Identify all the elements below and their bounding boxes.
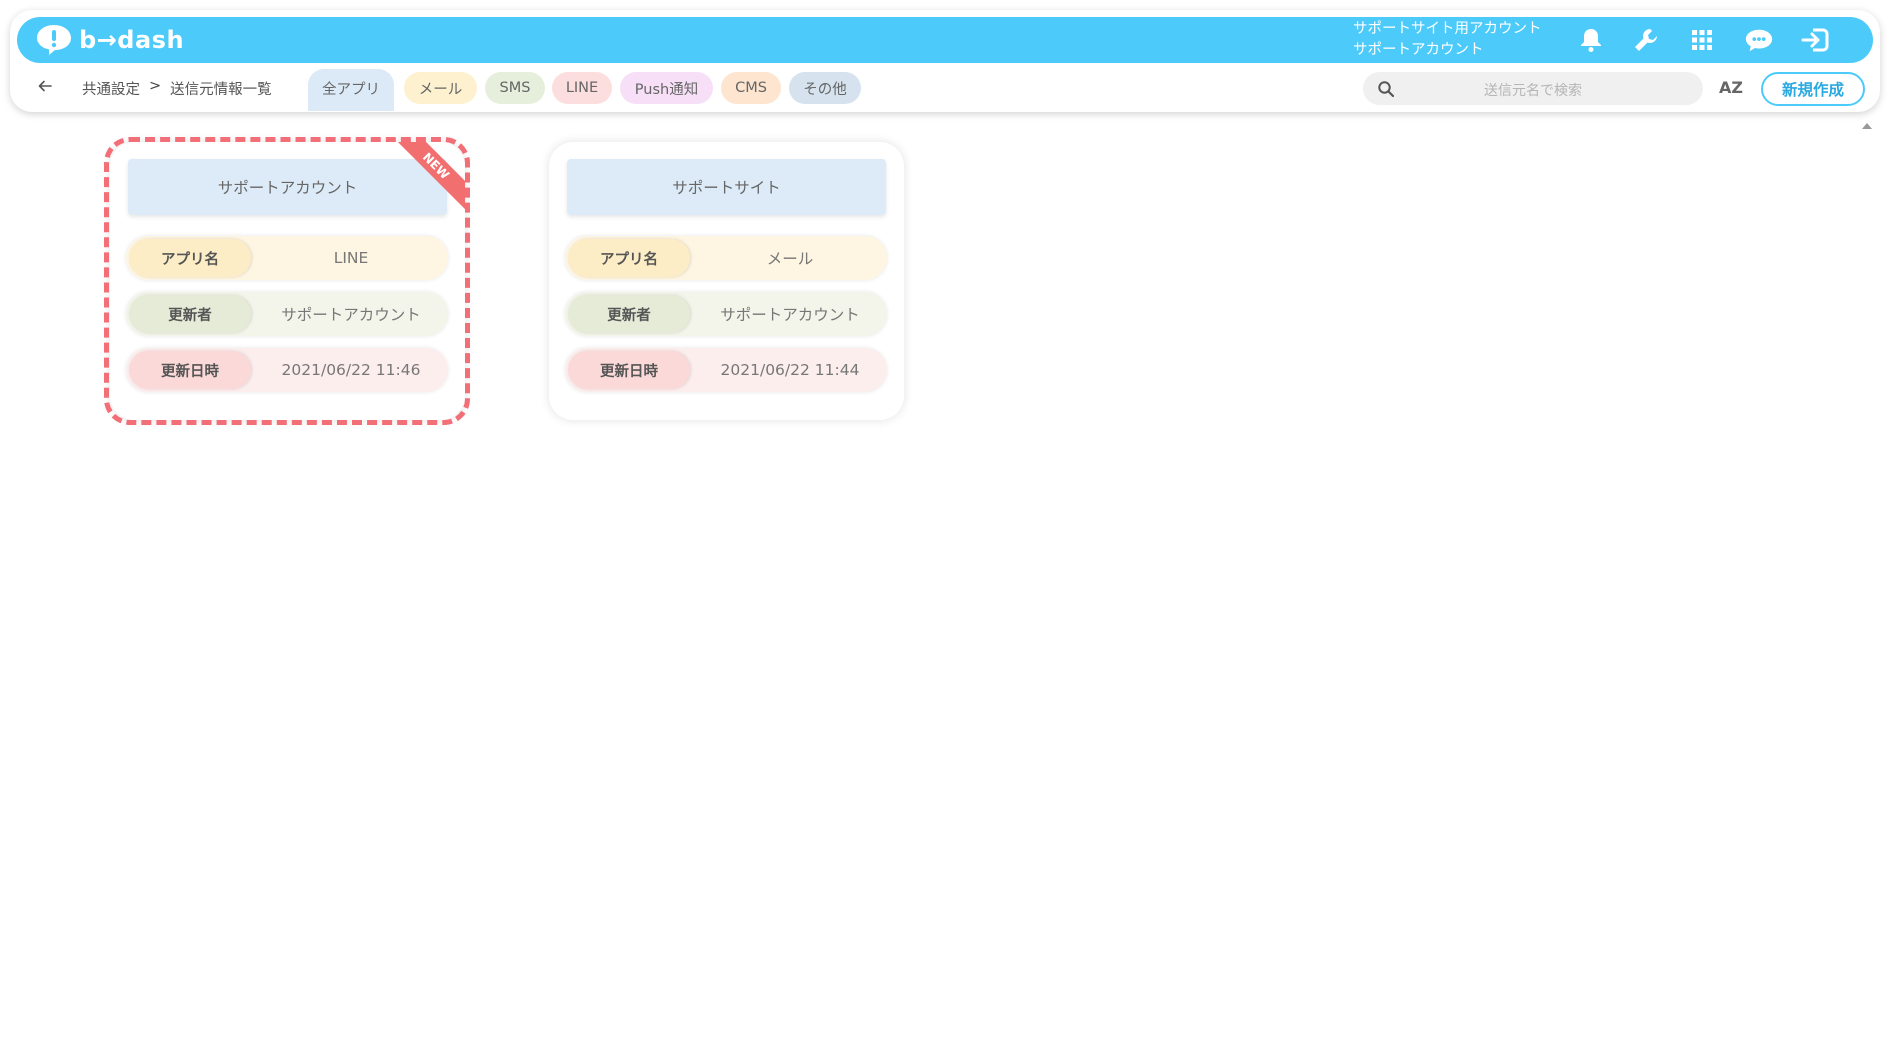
card-row-updater: 更新者 サポートアカウント — [565, 292, 887, 336]
filter-chip-other[interactable]: その他 — [789, 72, 861, 104]
card-row-value: サポートアカウント — [720, 306, 860, 324]
card-row-label: アプリ名 — [129, 239, 251, 277]
filter-chip-mail[interactable]: メール — [404, 72, 477, 104]
breadcrumb-item-common-settings[interactable]: 共通設定 — [82, 78, 140, 99]
sender-card[interactable]: サポートサイト アプリ名 メール 更新者 サポートアカウント 更新日時 2021… — [549, 142, 904, 420]
logout-icon[interactable] — [1801, 25, 1831, 55]
logo-text: b→dash — [79, 26, 185, 54]
card-row-value: 2021/06/22 11:44 — [720, 361, 860, 379]
card-row-app: アプリ名 LINE — [126, 236, 448, 280]
new-badge: NEW — [395, 142, 465, 212]
scroll-up-icon[interactable] — [1861, 116, 1873, 129]
card-row-value: 2021/06/22 11:46 — [281, 361, 421, 379]
search-input[interactable]: 送信元名で検索 — [1363, 72, 1703, 105]
new-badge-label: NEW — [395, 142, 465, 212]
card-row-updated-at: 更新日時 2021/06/22 11:46 — [126, 348, 448, 392]
filter-chip-cms[interactable]: CMS — [721, 72, 781, 104]
user-info[interactable]: サポートサイト用アカウント サポートアカウント — [1353, 19, 1542, 61]
filter-chip-push[interactable]: Push通知 — [620, 72, 713, 104]
sort-az-button[interactable]: AZ — [1719, 78, 1743, 97]
user-name-line: サポートアカウント — [1353, 42, 1484, 58]
filter-chip-all-apps[interactable]: 全アプリ — [311, 72, 391, 104]
breadcrumb-separator: > — [149, 78, 162, 94]
sender-card[interactable]: サポートアカウント NEW アプリ名 LINE 更新者 サポートアカウント 更新… — [110, 142, 465, 420]
card-row-label: 更新者 — [568, 295, 690, 333]
card-row-label: 更新日時 — [568, 351, 690, 389]
top-bar: b→dash サポートサイト用アカウント サポートアカウント — [17, 17, 1873, 63]
support-chat-icon[interactable] — [1744, 25, 1774, 55]
logo[interactable]: b→dash — [35, 23, 184, 57]
search-placeholder: 送信元名で検索 — [1484, 83, 1582, 99]
card-row-app: アプリ名 メール — [565, 236, 887, 280]
filter-chip-line[interactable]: LINE — [552, 72, 612, 104]
card-row-value: メール — [766, 250, 814, 268]
create-new-button[interactable]: 新規作成 — [1761, 72, 1865, 106]
card-row-label: アプリ名 — [568, 239, 690, 277]
card-row-updated-at: 更新日時 2021/06/22 11:44 — [565, 348, 887, 392]
filter-chip-sms[interactable]: SMS — [485, 72, 545, 104]
bell-icon[interactable] — [1576, 25, 1606, 55]
back-arrow-icon[interactable] — [37, 78, 57, 98]
card-row-updater: 更新者 サポートアカウント — [126, 292, 448, 336]
user-account-line: サポートサイト用アカウント — [1353, 21, 1542, 37]
card-row-label: 更新者 — [129, 295, 251, 333]
apps-grid-icon[interactable] — [1687, 25, 1717, 55]
logo-bubble-icon — [35, 23, 73, 57]
breadcrumb: 共通設定 > 送信元情報一覧 — [82, 78, 272, 99]
card-row-value: LINE — [333, 249, 369, 267]
card-title: サポートサイト — [567, 159, 886, 215]
breadcrumb-item-sender-list: 送信元情報一覧 — [170, 82, 272, 98]
card-row-value: サポートアカウント — [281, 306, 421, 324]
wrench-icon[interactable] — [1631, 25, 1661, 55]
card-row-label: 更新日時 — [129, 351, 251, 389]
